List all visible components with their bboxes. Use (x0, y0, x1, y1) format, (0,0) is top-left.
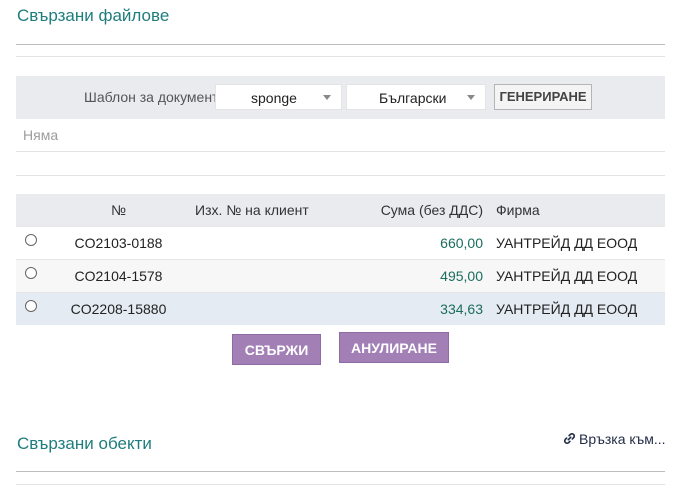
template-label: Шаблон за документ (84, 89, 219, 105)
divider (16, 484, 665, 485)
link-to-object[interactable]: Връзка към... (563, 431, 666, 448)
order-amount: 495,00 (315, 259, 496, 293)
link-to-object-label: Връзка към... (579, 431, 666, 447)
table-row[interactable]: CO2104-1578 495,00 УАНТРЕЙД ДД ЕООД (16, 259, 665, 293)
generate-button[interactable]: ГЕНЕРИРАНЕ (494, 84, 592, 110)
order-number: CO2104-1578 (46, 259, 191, 293)
cancel-button[interactable]: АНУЛИРАНЕ (339, 332, 449, 363)
related-files-title: Свързани файлове (17, 6, 170, 25)
order-amount: 334,63 (315, 292, 496, 325)
table-row[interactable]: CO2103-0188 660,00 УАНТРЕЙД ДД ЕООД (16, 226, 665, 260)
column-header-client-ref: Изх. № на клиент (191, 194, 315, 227)
divider (16, 44, 665, 45)
row-radio[interactable] (25, 300, 37, 313)
related-objects-title: Свързани обекти (17, 434, 152, 453)
column-header-number: № (46, 194, 191, 227)
client-ref (191, 292, 315, 325)
link-button[interactable]: СВЪРЖИ (232, 334, 321, 365)
order-number: CO2208-15880 (46, 292, 191, 325)
client-ref (191, 226, 315, 260)
empty-files-text: Няма (23, 127, 59, 143)
table-row[interactable]: CO2208-15880 334,63 УАНТРЕЙД ДД ЕООД (16, 292, 665, 325)
client-ref (191, 259, 315, 293)
chevron-down-icon (467, 95, 475, 100)
order-amount: 660,00 (315, 226, 496, 260)
column-header-company: Фирма (496, 194, 665, 227)
order-number: CO2103-0188 (46, 226, 191, 260)
template-select[interactable]: sponge (215, 84, 342, 110)
chevron-down-icon (323, 95, 331, 100)
divider (16, 471, 665, 472)
row-radio[interactable] (25, 234, 37, 247)
orders-table: № Изх. № на клиент Сума (без ДДС) Фирма … (16, 194, 665, 325)
company-name: УАНТРЕЙД ДД ЕООД (496, 292, 665, 325)
document-generator-bar: Шаблон за документ sponge Български ГЕНЕ… (16, 76, 665, 119)
table-header-row: № Изх. № на клиент Сума (без ДДС) Фирма (16, 194, 665, 227)
divider (16, 175, 665, 176)
divider (16, 56, 665, 57)
divider (16, 151, 665, 152)
row-radio[interactable] (25, 267, 37, 280)
link-icon (563, 432, 576, 448)
company-name: УАНТРЕЙД ДД ЕООД (496, 259, 665, 293)
language-select[interactable]: Български (346, 84, 486, 110)
company-name: УАНТРЕЙД ДД ЕООД (496, 226, 665, 260)
language-select-value: Български (379, 90, 447, 106)
template-select-value: sponge (251, 90, 297, 106)
column-header-amount: Сума (без ДДС) (315, 194, 496, 227)
column-header-select (16, 194, 46, 227)
